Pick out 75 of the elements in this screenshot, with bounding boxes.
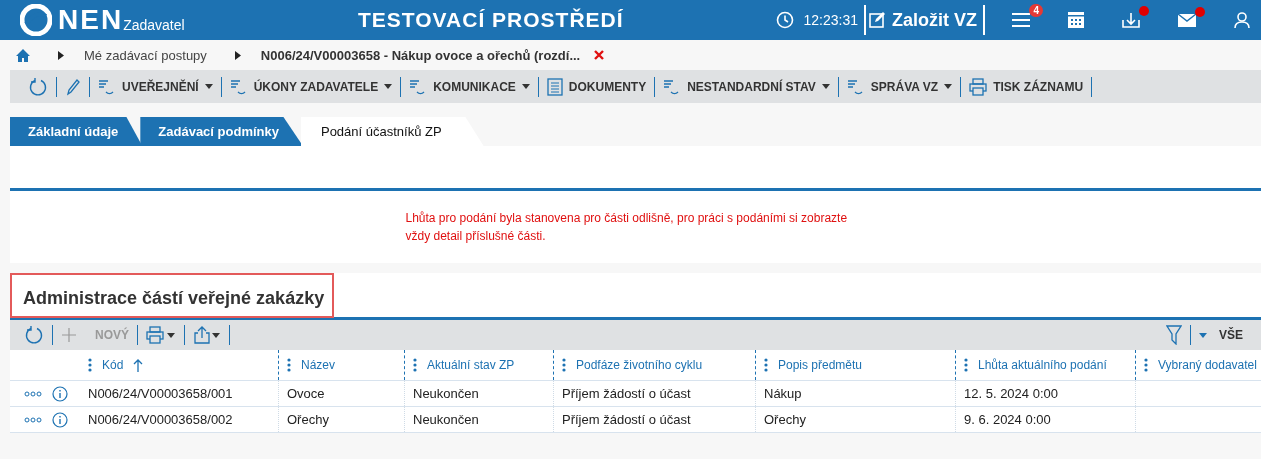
column-header[interactable]: Popis předmětu [755,350,955,380]
toolbar-menu-button[interactable]: KOMUNIKACE [403,78,536,95]
column-header[interactable]: Lhůta aktuálního podání [955,350,1135,380]
table-cell: Ořechy [278,407,404,432]
print-record-button[interactable]: TISK ZÁZNAMU [963,77,1090,96]
chevron-icon [234,50,241,60]
column-menu-icon[interactable] [764,358,768,372]
filter-dropdown[interactable]: VŠE [1193,328,1261,342]
mail-icon[interactable] [1177,12,1197,28]
toolbar-menu-button[interactable]: NESTANDARDNÍ STAV [657,78,836,95]
table-cell: Ovoce [278,381,404,406]
close-icon[interactable] [594,50,605,60]
home-icon[interactable] [16,48,30,62]
table-cell: Příjem žádostí o účast [553,381,755,406]
column-header[interactable]: Vybraný dodavatel [1135,350,1261,380]
environment-title: TESTOVACÍ PROSTŘEDÍ [358,8,625,32]
table-cell: Příjem žádostí o účast [553,407,755,432]
calendar-icon[interactable] [1067,11,1085,29]
list-action-icon [846,78,865,95]
column-header[interactable]: Podfáze životního cyklu [553,350,755,380]
logo-icon [20,4,52,36]
logo-subtitle: Zadavatel [123,17,185,33]
tab[interactable]: Základní údaje [10,117,143,146]
toolbar-menu-button[interactable]: ÚKONY ZADAVATELE [223,78,399,95]
more-icon[interactable] [24,416,42,423]
column-menu-icon[interactable] [287,358,291,372]
chevron-icon [58,50,64,60]
info-icon[interactable] [52,411,68,428]
tab[interactable]: Zadávací podmínky [140,117,303,146]
caret-icon [944,84,953,89]
column-menu-icon[interactable] [964,358,968,372]
inbox-download-icon[interactable] [1121,11,1141,29]
column-header[interactable]: Aktuální stav ZP [404,350,553,380]
list-action-icon [229,78,248,95]
table-cell: 12. 5. 2024 0:00 [955,381,1135,406]
caret-icon [204,84,213,89]
column-header[interactable]: Název [278,350,404,380]
table-cell: Nákup [755,381,955,406]
section-title: Administrace částí veřejné zakázky [10,273,335,318]
table-cell: Neukončen [404,407,553,432]
table-cell: Neukončen [404,381,553,406]
printer-icon [969,77,988,96]
table-cell-text: N006/24/V00003658/002 [87,411,234,429]
document-icon [546,77,563,96]
caret-icon [1199,332,1207,338]
table-cell: 9. 6. 2024 0:00 [955,407,1135,432]
logo-text: NEN [58,4,124,36]
list-action-icon [98,78,116,95]
edit-icon [868,11,886,29]
column-menu-icon[interactable] [1144,358,1148,372]
breadcrumb-link[interactable]: N006/24/V00003658 - Nákup ovoce a ořechů (rozdí... [260,47,581,63]
documents-button[interactable]: DOKUMENTY [540,77,653,96]
caret-icon [821,84,830,89]
table-cell: Ořechy [755,407,955,432]
more-icon[interactable] [24,390,42,397]
column-menu-icon[interactable] [413,358,417,372]
breadcrumb-link[interactable]: Mé zadávací postupy [84,47,207,63]
caret-icon [521,84,530,89]
info-icon[interactable] [52,385,68,402]
clock-time: 12:23:31 [803,12,858,28]
warning-message: Lhůta pro podání byla stanovena pro části odlišně, pro práci s podáními si zobrazte vždy detail příslušné části. [405,210,849,245]
caret-icon [384,84,393,89]
menu-icon[interactable] [1011,12,1031,28]
tab[interactable]: Podání účastníků ZP [300,117,484,146]
create-contract-button[interactable]: Založit VZ [866,9,983,31]
column-menu-icon[interactable] [88,358,92,372]
notification-badge: 4 [1029,4,1043,17]
toolbar-menu-button[interactable]: SPRÁVA VZ [840,78,959,95]
toolbar-menu-button[interactable]: UVEŘEJNĚNÍ [92,78,219,95]
user-icon[interactable] [1233,11,1251,29]
column-header[interactable]: Kód [80,350,278,380]
clock-icon [775,11,794,29]
column-menu-icon[interactable] [562,358,566,372]
plus-icon [61,327,77,343]
table-cell-text: N006/24/V00003658/001 [87,385,234,403]
